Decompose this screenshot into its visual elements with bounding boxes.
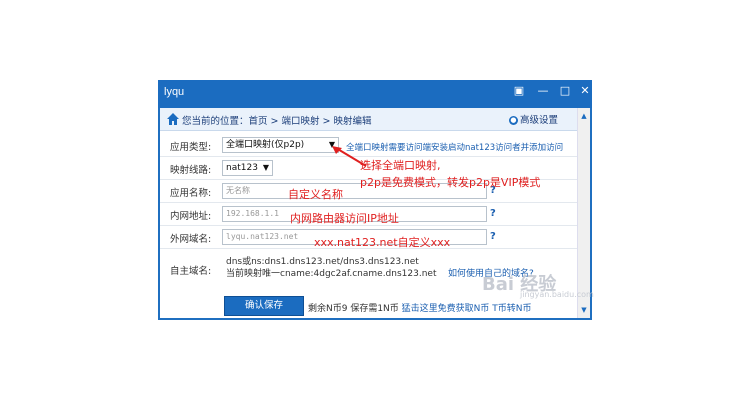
app-type-value: 全端口映射(仅p2p) (226, 140, 305, 150)
watermark-url: jingyan.baidu.com (520, 290, 594, 299)
app-name-label: 应用名称: (170, 188, 212, 199)
cname-info: 当前映射唯一cname:4dgc2af.cname.dns123.net (226, 269, 437, 279)
close-button[interactable]: ✕ (574, 82, 596, 100)
scroll-up-icon[interactable]: ▲ (578, 110, 590, 122)
breadcrumb-text[interactable]: 您当前的位置：首页 > 端口映射 > 映射编辑 (182, 113, 372, 127)
title-bar[interactable]: lyqu ▣ — □ ✕ (158, 80, 592, 108)
free-coins-link[interactable]: 猛击这里免费获取N币 (402, 304, 490, 314)
lan-address-label: 内网地址: (170, 211, 212, 222)
annotation-select-line2: p2p是免费模式，转发p2p是VIP模式 (360, 176, 541, 189)
settings-icon: ● (508, 116, 518, 125)
breadcrumb: 您当前的位置：首页 > 端口映射 > 映射编辑 ● 高级设置 (160, 108, 578, 131)
help-icon[interactable]: ? (490, 208, 496, 219)
advanced-settings-label: 高级设置 (519, 115, 558, 126)
remaining-coins: 剩余N币9 保存需1N币 (308, 304, 399, 314)
scroll-down-icon[interactable]: ▼ (578, 304, 590, 316)
chevron-down-icon: ▼ (262, 163, 269, 172)
help-icon[interactable]: ? (490, 231, 496, 242)
line-label: 映射线路: (170, 165, 212, 176)
menu-icon[interactable]: ▣ (508, 82, 530, 100)
advanced-settings-link[interactable]: ● 高级设置 (508, 112, 558, 126)
line-select[interactable]: nat123 ▼ (222, 160, 273, 176)
minimize-button[interactable]: — (532, 82, 554, 100)
app-type-note: 全端口映射需要访问端安装启动nat123访问者并添加访问 (346, 143, 564, 153)
scrollbar[interactable]: ▲ ▼ (577, 108, 590, 318)
transfer-coins-link[interactable]: T币转N币 (492, 304, 531, 314)
wan-domain-label: 外网域名: (170, 234, 212, 245)
app-type-select[interactable]: 全端口映射(仅p2p) ▼ (222, 137, 339, 153)
annotation-wan-domain: xxx.nat123.net自定义xxx (314, 236, 451, 249)
footer-info: 剩余N币9 保存需1N币 猛击这里免费获取N币 T币转N币 (308, 301, 532, 314)
annotation-app-name: 自定义名称 (288, 188, 343, 201)
window-title: lyqu (164, 86, 185, 98)
annotation-lan-address: 内网路由器访问IP地址 (290, 212, 399, 225)
line-value: nat123 (226, 163, 258, 173)
annotation-select-line1: 选择全端口映射, (360, 159, 441, 172)
app-type-label: 应用类型: (170, 142, 212, 153)
own-domain-label: 自主域名: (170, 266, 212, 277)
save-button[interactable]: 确认保存 (224, 296, 304, 316)
home-icon[interactable] (166, 112, 180, 126)
maximize-button[interactable]: □ (554, 82, 576, 100)
